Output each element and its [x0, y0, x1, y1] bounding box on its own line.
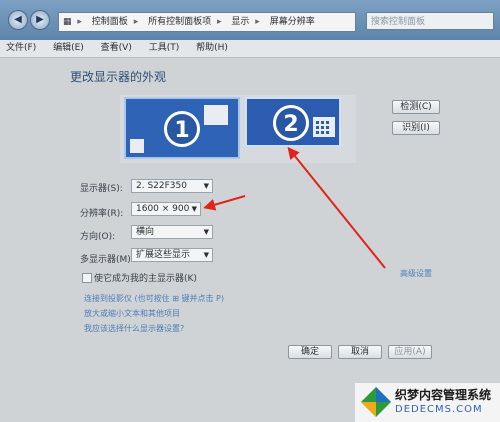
watermark-title: 织梦内容管理系统 [395, 388, 492, 402]
watermark: 织梦内容管理系统 DEDECMS.COM [355, 383, 500, 422]
watermark-url: DEDECMS.COM [395, 404, 483, 415]
logo-icon [361, 387, 391, 417]
arrow-to-resolution [203, 195, 246, 211]
arrow-to-monitor-2 [287, 146, 386, 269]
annotation-arrows [203, 146, 386, 269]
